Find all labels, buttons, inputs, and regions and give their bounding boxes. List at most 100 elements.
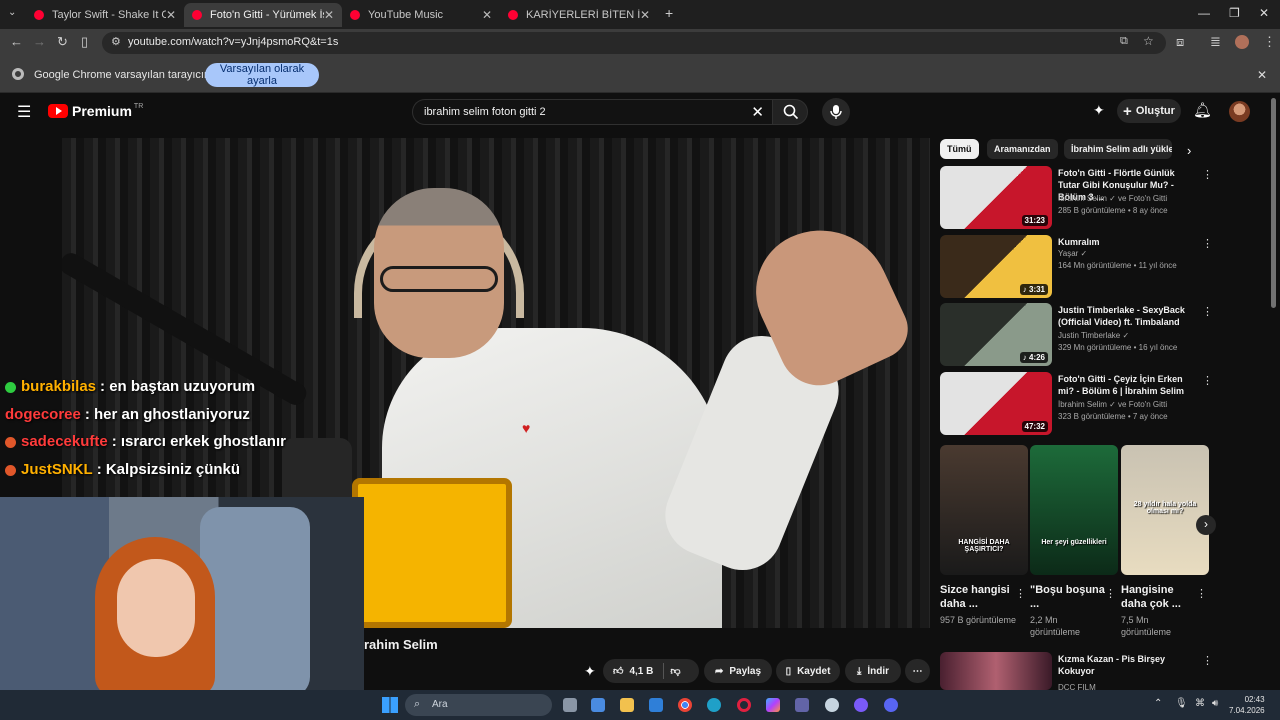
back-icon[interactable]: ← (10, 34, 23, 49)
window-close-icon[interactable]: ✕ (1259, 6, 1269, 20)
close-tab-icon[interactable]: ✕ (166, 8, 176, 22)
chrome-app-icon[interactable] (678, 698, 692, 712)
browser-tab[interactable]: KARİYERLERİ BİTEN İĞRENÇ YÖ ✕ (500, 3, 658, 27)
close-tab-icon[interactable]: ✕ (324, 8, 334, 22)
calendar-app-icon[interactable] (591, 698, 605, 712)
tab-search-icon[interactable]: ⌄ (8, 7, 16, 18)
network-icon[interactable]: ⌘ (1195, 698, 1205, 709)
short-title[interactable]: "Boşu boşuna ... (1030, 583, 1106, 611)
new-tab-icon[interactable]: + (665, 5, 673, 21)
restore-icon[interactable]: ❐ (1229, 6, 1240, 20)
install-app-icon[interactable]: ⧉ (1120, 35, 1128, 48)
channel-name[interactable]: Justin Timberlake ✓ (1058, 331, 1129, 340)
more-options-icon[interactable]: ⋮ (1196, 587, 1207, 600)
microphone-tray-icon[interactable]: 🎙︎ (1175, 698, 1188, 709)
more-options-icon[interactable]: ⋮ (1202, 374, 1213, 387)
hamburger-menu-icon[interactable]: ☰ (17, 102, 31, 122)
video-thumbnail[interactable]: 47:32 (940, 372, 1052, 435)
close-tab-icon[interactable]: ✕ (640, 8, 650, 22)
save-button[interactable]: ▯ Kaydet (776, 659, 840, 683)
infobar-close-icon[interactable]: ✕ (1257, 68, 1267, 82)
create-button[interactable]: + Oluştur (1117, 99, 1181, 123)
side-panel-icon[interactable]: ▯ (81, 34, 88, 50)
taskbar-search-input[interactable]: ⌕ Ara (405, 694, 552, 716)
chip-uploader[interactable]: İbrahim Selim adlı yükleyi (1064, 139, 1172, 159)
browser-tab[interactable]: Taylor Swift - Shake It Off - You ✕ (26, 3, 184, 27)
more-options-icon[interactable]: ⋮ (1105, 587, 1116, 600)
tray-chevron-icon[interactable]: ⌃ (1154, 698, 1162, 709)
teams-app-icon[interactable] (795, 698, 809, 712)
video-title[interactable]: Foto'n Gitti - Çeyiz İçin Erken mi? - Bö… (1058, 373, 1198, 397)
recommendation-item[interactable]: 31:23 Foto'n Gitti - Flörtle Günlük Tutar… (940, 166, 1213, 230)
set-default-browser-button[interactable]: Varsayılan olarak ayarla (205, 63, 319, 87)
channel-name[interactable]: İbrahim Selim ✓ ve Foto'n Gitti (1058, 400, 1167, 409)
video-title[interactable]: Kızma Kazan - Pis Birşey Kokuyor (1058, 653, 1198, 677)
tab-search-list-icon[interactable]: ≣ (1210, 34, 1221, 50)
more-options-icon[interactable]: ⋮ (1015, 587, 1026, 600)
copilot-app-icon[interactable] (766, 698, 780, 712)
notifications-bell-icon[interactable]: 🔔︎ (1193, 101, 1212, 119)
video-thumbnail[interactable]: ♪ 3:31 (940, 235, 1052, 298)
forward-icon[interactable]: → (33, 34, 46, 49)
windows-start-icon[interactable] (382, 697, 398, 713)
site-info-icon[interactable]: ⚙ (111, 35, 121, 48)
minimize-icon[interactable]: — (1198, 6, 1210, 20)
reload-icon[interactable]: ↻ (57, 34, 68, 50)
more-actions-button[interactable]: ⋯ (905, 659, 930, 683)
chip-from-search[interactable]: Aramanızdan (987, 139, 1058, 159)
discord-app-icon[interactable] (884, 698, 898, 712)
video-thumbnail[interactable]: 31:23 (940, 166, 1052, 229)
short-thumbnail[interactable]: 28 yıldır hala yolda olması mı? (1121, 445, 1209, 575)
shorts-next-chevron-icon[interactable]: › (1196, 515, 1216, 535)
file-explorer-icon[interactable] (620, 698, 634, 712)
video-thumbnail[interactable]: ♪ 4:26 (940, 303, 1052, 366)
video-title[interactable]: Justin Timberlake - SexyBack (Official V… (1058, 304, 1198, 328)
edge-app-icon[interactable] (707, 698, 721, 712)
taskbar-clock[interactable]: 02:43 7.04.2026 (1229, 694, 1265, 716)
short-title[interactable]: Hangisine daha çok ... (1121, 583, 1197, 611)
extensions-icon[interactable]: ⧈ (1176, 34, 1184, 50)
dislike-button[interactable]: 👎︎ (670, 665, 680, 677)
recommendation-item[interactable]: 47:32 Foto'n Gitti - Çeyiz İçin Erken mi?… (940, 372, 1213, 436)
profile-avatar[interactable] (1235, 35, 1249, 49)
opera-app-icon[interactable] (737, 698, 751, 712)
share-button[interactable]: ➦ Paylaş (704, 659, 772, 683)
video-thumbnail[interactable] (940, 652, 1052, 690)
search-input[interactable]: ibrahim selim foton gitti 2 ✕ (412, 99, 772, 125)
sparkle-ai-icon[interactable]: ✦ (584, 663, 596, 680)
more-options-icon[interactable]: ⋮ (1202, 168, 1213, 181)
youtube-premium-logo[interactable]: Premium TR (48, 103, 143, 119)
voice-search-button[interactable] (822, 98, 850, 126)
more-options-icon[interactable]: ⋮ (1202, 654, 1213, 667)
recommendation-item[interactable]: Kızma Kazan - Pis Birşey Kokuyor DCC FIL… (940, 652, 1213, 692)
download-button[interactable]: ⤓ İndir (845, 659, 901, 683)
app-icon[interactable] (854, 698, 868, 712)
channel-name[interactable]: İbrahim Selim ✓ ve Foto'n Gitti (1058, 194, 1167, 203)
close-tab-icon[interactable]: ✕ (482, 8, 492, 22)
browser-tab[interactable]: YouTube Music ✕ (342, 3, 500, 27)
chrome-menu-icon[interactable]: ⋮ (1263, 34, 1276, 50)
channel-name[interactable]: Yaşar ✓ (1058, 249, 1087, 258)
recommendation-item[interactable]: ♪ 4:26 Justin Timberlake - SexyBack (Offi… (940, 303, 1213, 367)
short-thumbnail[interactable]: Her şeyi güzellikleri (1030, 445, 1118, 575)
search-button[interactable] (772, 99, 808, 125)
channel-name[interactable]: rahim Selim (364, 637, 438, 652)
clear-search-icon[interactable]: ✕ (751, 103, 764, 121)
steam-app-icon[interactable] (825, 698, 839, 712)
more-options-icon[interactable]: ⋮ (1202, 305, 1213, 318)
short-title[interactable]: Sizce hangisi daha ... (940, 583, 1016, 611)
short-thumbnail[interactable]: HANGİSİ DAHA ŞAŞIRTICI? (940, 445, 1028, 575)
chip-all[interactable]: Tümü (940, 139, 979, 159)
more-options-icon[interactable]: ⋮ (1202, 237, 1213, 250)
page-scrollbar[interactable] (1271, 98, 1276, 308)
bookmark-star-icon[interactable]: ☆ (1143, 34, 1154, 48)
cast-sparkle-icon[interactable]: ✦ (1093, 102, 1105, 119)
store-app-icon[interactable] (649, 698, 663, 712)
address-bar[interactable]: ⚙ youtube.com/watch?v=yJnj4psmoRQ&t=1s ⧉… (102, 32, 1166, 54)
chips-next-chevron-icon[interactable]: › (1187, 143, 1191, 158)
task-view-icon[interactable] (563, 698, 577, 712)
recommendation-item[interactable]: ♪ 3:31 Kumralım Yaşar ✓ 164 Mn görüntüleme … (940, 235, 1213, 299)
video-title[interactable]: Kumralım (1058, 236, 1198, 248)
account-avatar[interactable] (1229, 101, 1250, 122)
volume-icon[interactable]: 🔊︎ (1212, 698, 1218, 709)
